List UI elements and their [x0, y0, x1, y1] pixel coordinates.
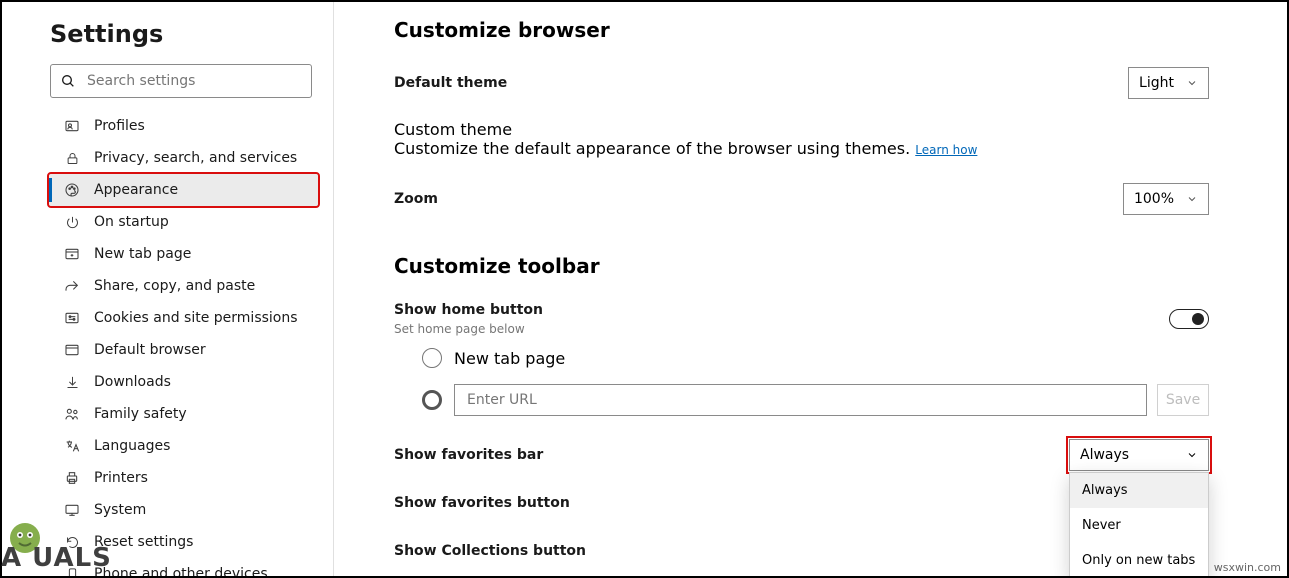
sidebar-item-label: Printers [94, 470, 148, 486]
sliders-icon [64, 310, 80, 326]
sidebar-item-share[interactable]: Share, copy, and paste [49, 270, 318, 302]
favorites-bar-option-always[interactable]: Always [1070, 473, 1208, 508]
sidebar-item-profiles[interactable]: Profiles [49, 110, 318, 142]
language-icon [64, 438, 80, 454]
sidebar-item-privacy[interactable]: Privacy, search, and services [49, 142, 318, 174]
appuals-watermark-icon: A UALS [0, 518, 129, 570]
search-input[interactable] [50, 64, 312, 98]
source-watermark: wsxwin.com [1214, 561, 1281, 574]
sidebar-item-label: Downloads [94, 374, 171, 390]
customize-browser-heading: Customize browser [394, 18, 1209, 42]
favorites-bar-option-never[interactable]: Never [1070, 508, 1208, 543]
search-wrapper [50, 64, 312, 98]
home-button-label: Show home button [394, 302, 543, 318]
user-card-icon [64, 118, 80, 134]
favorites-bar-row: Show favorites bar Always Always Never O… [394, 438, 1209, 472]
printer-icon [64, 470, 80, 486]
sidebar-item-label: Default browser [94, 342, 206, 358]
zoom-value: 100% [1134, 191, 1174, 207]
sidebar-item-label: Cookies and site permissions [94, 310, 298, 326]
chevron-down-icon [1186, 449, 1198, 461]
sidebar-item-languages[interactable]: Languages [49, 430, 318, 462]
system-icon [64, 502, 80, 518]
home-radio-newtab[interactable]: New tab page [422, 348, 1209, 368]
sidebar-item-label: Profiles [94, 118, 145, 134]
default-theme-value: Light [1139, 75, 1174, 91]
custom-theme-sub: Customize the default appearance of the … [394, 139, 1209, 158]
chevron-down-icon [1186, 193, 1198, 205]
favorites-button-label: Show favorites button [394, 495, 570, 511]
favorites-bar-value: Always [1080, 447, 1129, 463]
sidebar-item-newtab[interactable]: New tab page [49, 238, 318, 270]
sidebar-item-family[interactable]: Family safety [49, 398, 318, 430]
radio-icon [422, 348, 442, 368]
sidebar-item-downloads[interactable]: Downloads [49, 366, 318, 398]
default-theme-label: Default theme [394, 75, 507, 91]
sidebar-item-label: Languages [94, 438, 170, 454]
sidebar-item-label: Share, copy, and paste [94, 278, 255, 294]
radio-icon[interactable] [422, 390, 442, 410]
chevron-down-icon [1186, 77, 1198, 89]
collections-button-label: Show Collections button [394, 543, 586, 559]
home-button-row: Show home button Set home page below [394, 302, 1209, 336]
browser-icon [64, 342, 80, 358]
home-button-sub: Set home page below [394, 322, 543, 336]
custom-theme-label: Custom theme [394, 120, 1209, 139]
sidebar-item-label: Family safety [94, 406, 187, 422]
sidebar-item-label: System [94, 502, 146, 518]
sidebar-item-appearance[interactable]: Appearance [49, 174, 318, 206]
sidebar-item-printers[interactable]: Printers [49, 462, 318, 494]
home-button-toggle[interactable] [1169, 309, 1209, 329]
home-radio-group: New tab page Save [422, 348, 1209, 416]
palette-icon [64, 182, 80, 198]
svg-text:A UALS: A UALS [1, 543, 112, 570]
favorites-bar-control: Always Always Never Only on new tabs [1069, 439, 1209, 471]
sidebar-item-label: On startup [94, 214, 169, 230]
settings-title: Settings [50, 20, 318, 48]
settings-sidebar: Settings Profiles Privacy, search, and s… [2, 2, 334, 576]
zoom-row: Zoom 100% [394, 182, 1209, 216]
home-url-save-button[interactable]: Save [1157, 384, 1209, 416]
favorites-bar-select[interactable]: Always [1069, 439, 1209, 471]
sidebar-item-default-browser[interactable]: Default browser [49, 334, 318, 366]
sidebar-item-label: Appearance [94, 182, 178, 198]
zoom-label: Zoom [394, 191, 438, 207]
power-icon [64, 215, 80, 230]
sidebar-item-cookies[interactable]: Cookies and site permissions [49, 302, 318, 334]
favorites-bar-dropdown: Always Never Only on new tabs [1069, 472, 1209, 576]
settings-content: Customize browser Default theme Light Cu… [334, 2, 1287, 576]
favorites-bar-option-newtabs[interactable]: Only on new tabs [1070, 543, 1208, 576]
default-theme-row: Default theme Light [394, 66, 1209, 100]
custom-theme-row: Custom theme Customize the default appea… [394, 120, 1209, 158]
zoom-select[interactable]: 100% [1123, 183, 1209, 215]
learn-how-link[interactable]: Learn how [915, 143, 977, 157]
sidebar-item-startup[interactable]: On startup [49, 206, 318, 238]
newtab-icon [64, 246, 80, 262]
sidebar-item-label: New tab page [94, 246, 191, 262]
home-url-input[interactable] [454, 384, 1147, 416]
download-icon [64, 375, 80, 390]
share-icon [64, 278, 80, 294]
sidebar-item-label: Privacy, search, and services [94, 150, 297, 166]
lock-icon [64, 151, 80, 166]
family-icon [64, 406, 80, 422]
home-radio-newtab-label: New tab page [454, 349, 565, 368]
search-icon [60, 73, 76, 89]
home-radio-url-row: Save [422, 384, 1209, 416]
toggle-knob [1192, 313, 1204, 325]
default-theme-select[interactable]: Light [1128, 67, 1209, 99]
favorites-bar-label: Show favorites bar [394, 447, 543, 463]
settings-nav: Profiles Privacy, search, and services A… [50, 110, 318, 576]
customize-toolbar-heading: Customize toolbar [394, 254, 1209, 278]
